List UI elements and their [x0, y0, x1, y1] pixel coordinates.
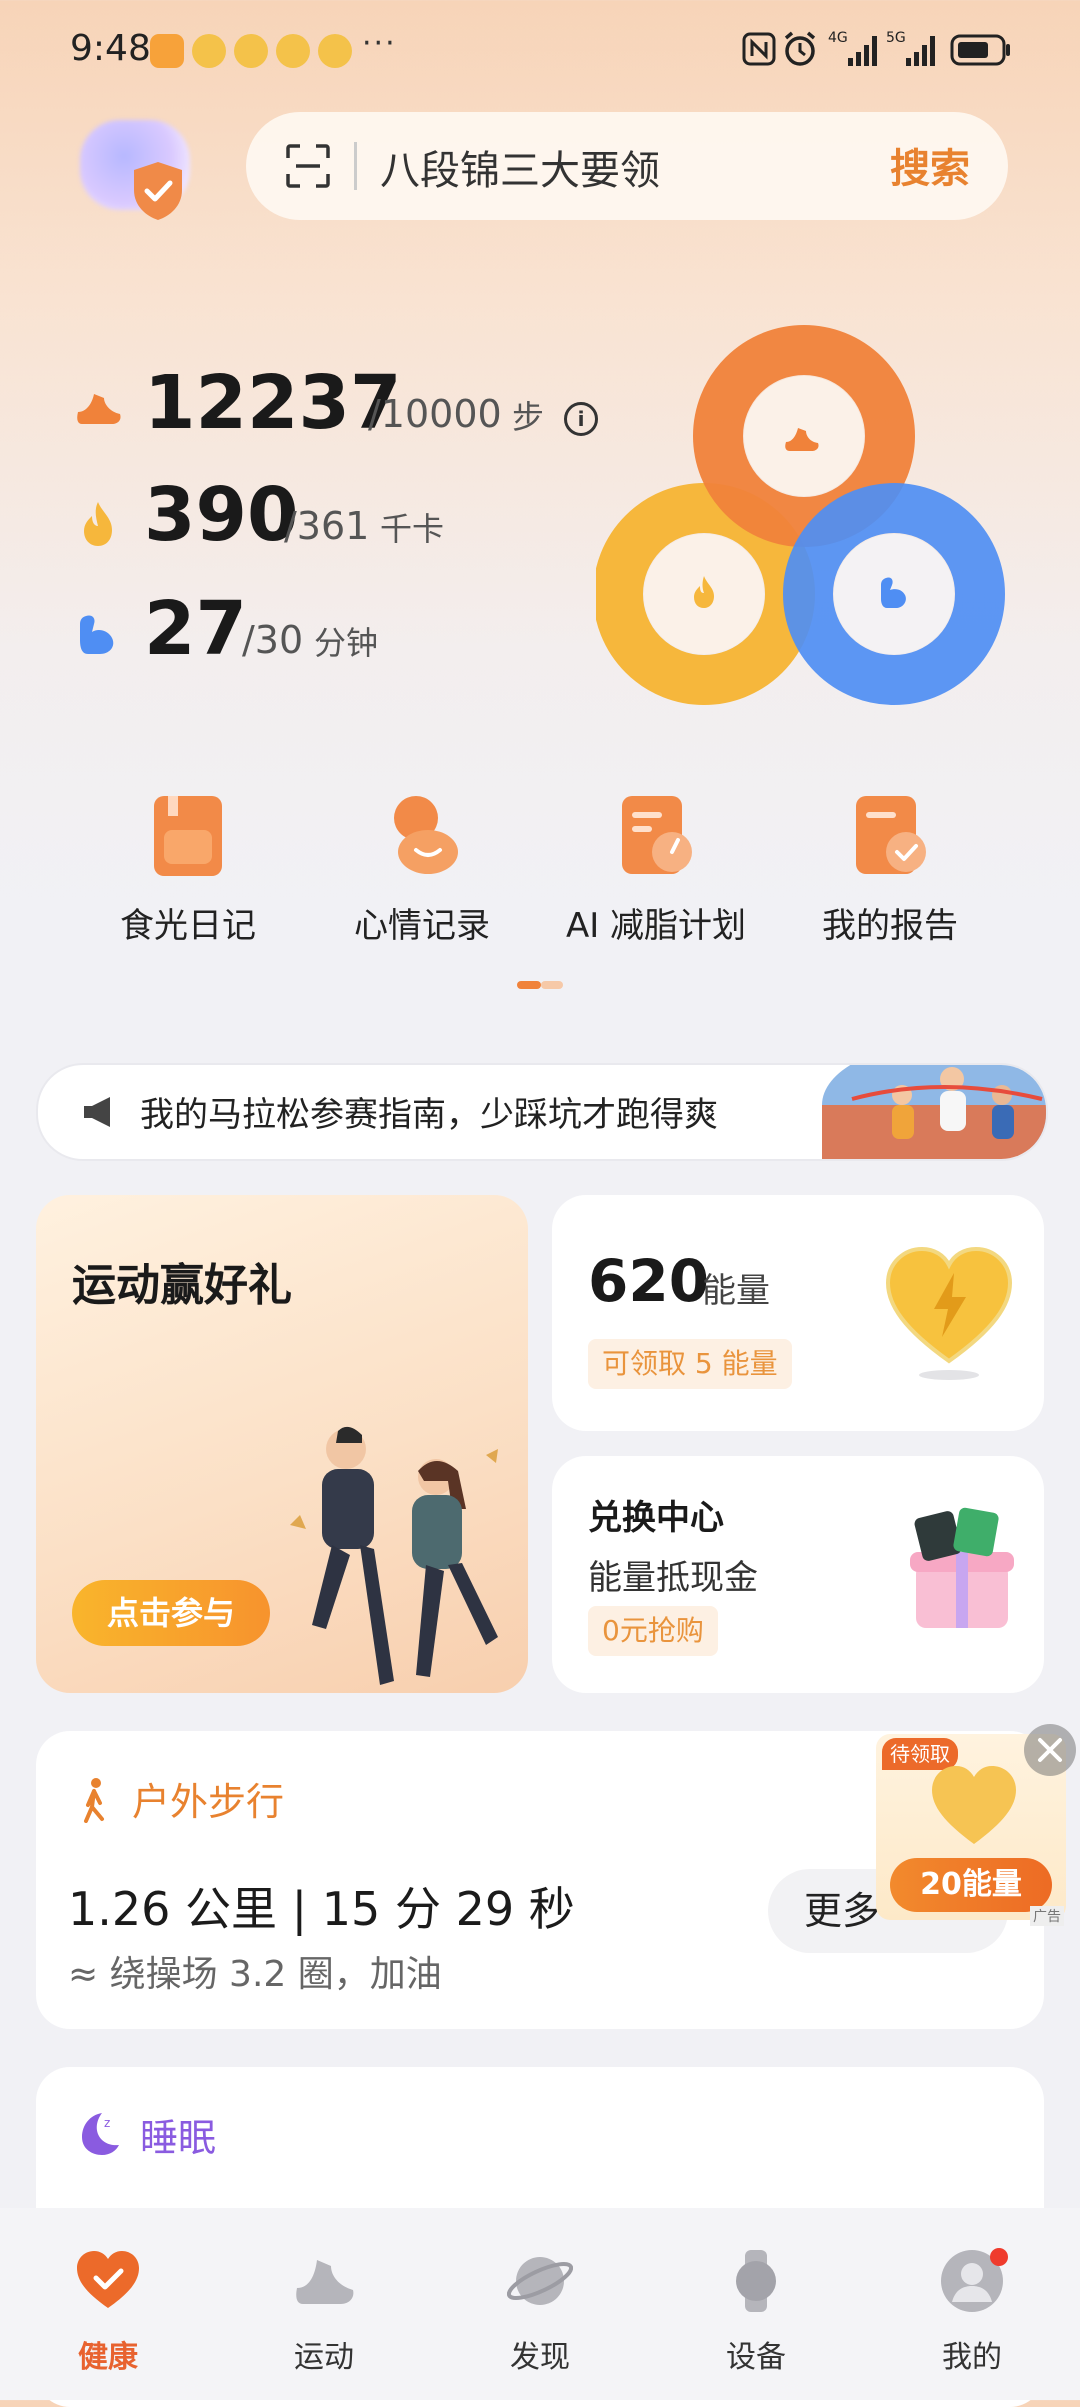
ad-label: 广告	[1030, 1906, 1064, 1926]
shortcut-mood[interactable]: 心情记录	[322, 790, 522, 960]
nfc-icon	[742, 32, 776, 66]
shortcut-food-diary[interactable]: 食光日记	[88, 790, 288, 960]
health-app-notification-icon	[150, 34, 184, 68]
muscle-icon	[80, 615, 114, 654]
info-icon[interactable]: i	[564, 402, 598, 436]
pager-dot-active	[517, 981, 541, 989]
more-notifications-icon: ···	[362, 26, 397, 61]
pager-dot	[541, 981, 563, 989]
shortcut-label: AI 减脂计划	[565, 906, 747, 946]
network-type-2: 5G	[886, 30, 906, 46]
activity-rings[interactable]	[596, 318, 1016, 714]
weibo-notification-icon	[276, 34, 310, 68]
fat-loss-plan-icon	[622, 796, 692, 874]
notification-dot	[990, 2248, 1008, 2266]
calories-stat[interactable]: 390 /361 千卡	[72, 472, 472, 562]
promo-title: 运动赢好礼	[72, 1260, 292, 1311]
svg-text:z: z	[104, 2116, 110, 2130]
nav-discover[interactable]: 发现	[480, 2248, 600, 2376]
walk-title: 户外步行	[132, 1780, 285, 1824]
status-bar: 9:48 ··· 4G 5G	[0, 0, 1080, 104]
shortcut-label: 心情记录	[354, 906, 490, 946]
nav-me[interactable]: 我的	[912, 2248, 1032, 2376]
nav-sports[interactable]: 运动	[264, 2248, 384, 2376]
search-input[interactable]: 八段锦三大要领	[380, 138, 660, 196]
shortcut-label: 食光日记	[120, 906, 256, 946]
nav-label: 运动	[294, 2340, 354, 2375]
exchange-subtitle: 能量抵现金	[588, 1558, 758, 1598]
close-icon[interactable]	[1024, 1724, 1076, 1776]
steps-stat[interactable]: 12237 /10000 步 i	[72, 360, 612, 450]
steps-unit: 步	[512, 398, 545, 436]
weibo-notification-icon	[318, 34, 352, 68]
nav-label: 健康	[78, 2340, 138, 2375]
energy-value: 620	[588, 1247, 710, 1315]
claim-energy-tag[interactable]: 可领取 5 能量	[588, 1339, 792, 1389]
search-button[interactable]: 搜索	[890, 136, 970, 194]
calories-value: 390	[144, 472, 299, 558]
steps-value: 12237	[144, 360, 402, 446]
nav-label: 发现	[510, 2340, 570, 2375]
steps-goal: /10000	[368, 392, 502, 436]
search-bar[interactable]: 八段锦三大要领 搜索	[246, 112, 1008, 220]
avatar[interactable]	[80, 112, 200, 222]
marathon-runners-image	[822, 1065, 1046, 1159]
exchange-center-card[interactable]: 兑换中心 能量抵现金 0元抢购	[552, 1456, 1044, 1693]
calories-goal: /361	[284, 504, 370, 548]
flame-icon	[84, 502, 112, 546]
planet-icon	[506, 2257, 574, 2305]
search-divider	[354, 142, 357, 190]
gold-heart-icon	[932, 1766, 1016, 1844]
food-diary-icon	[154, 796, 222, 876]
shoe-icon	[77, 394, 121, 424]
calories-unit: 千卡	[380, 510, 445, 548]
nav-label: 设备	[726, 2340, 786, 2375]
banner-text: 我的马拉松参赛指南，少踩坑才跑得爽	[140, 1095, 718, 1135]
weibo-notification-icon	[192, 34, 226, 68]
shortcut-label: 我的报告	[822, 906, 958, 946]
walk-summary: 1.26 公里 | 15 分 29 秒	[68, 1882, 575, 1936]
runners-illustration	[290, 1426, 498, 1685]
bottom-nav: 健康 运动 发现 设备 我的	[0, 2208, 1080, 2400]
mood-icon	[394, 796, 458, 874]
exchange-title: 兑换中心	[588, 1498, 724, 1538]
energy-card[interactable]: 620 能量 可领取 5 能量	[552, 1195, 1044, 1431]
sports-reward-card[interactable]: 运动赢好礼 点击参与	[36, 1195, 528, 1693]
walking-person-icon	[84, 1778, 104, 1823]
moon-icon: z	[82, 2113, 119, 2155]
battery-icon	[950, 34, 1010, 66]
zero-yuan-tag[interactable]: 0元抢购	[588, 1606, 718, 1656]
shortcut-report[interactable]: 我的报告	[790, 790, 990, 960]
shield-badge-icon	[134, 162, 182, 220]
heart-icon	[77, 2251, 139, 2308]
active-minutes-unit: 分钟	[314, 624, 379, 662]
sleep-title: 睡眠	[140, 2116, 217, 2160]
nav-health[interactable]: 健康	[48, 2248, 168, 2376]
weibo-notification-icon	[234, 34, 268, 68]
nav-devices[interactable]: 设备	[696, 2248, 816, 2376]
watch-icon	[736, 2250, 776, 2312]
join-button[interactable]: 点击参与	[72, 1580, 270, 1646]
network-type-1: 4G	[828, 30, 848, 46]
nav-label: 我的	[942, 2340, 1002, 2375]
signal-icon	[848, 36, 877, 66]
energy-heart-icon	[885, 1246, 1013, 1380]
walk-encouragement: ≈ 绕操场 3.2 圈，加油	[68, 1954, 442, 1995]
megaphone-icon	[84, 1097, 110, 1127]
marathon-banner[interactable]: 我的马拉松参赛指南，少踩坑才跑得爽	[36, 1063, 1048, 1161]
shortcut-fat-loss-plan[interactable]: AI 减脂计划	[556, 790, 756, 960]
signal-icon	[906, 36, 935, 66]
report-icon	[856, 796, 926, 874]
claim-20-energy-button[interactable]: 20能量	[890, 1858, 1052, 1912]
alarm-icon	[784, 31, 816, 66]
sneaker-icon	[296, 2260, 354, 2304]
active-minutes-value: 27	[144, 586, 247, 672]
active-minutes-goal: /30	[242, 618, 304, 662]
gift-box-icon	[910, 1507, 1014, 1628]
active-minutes-stat[interactable]: 27 /30 分钟	[72, 586, 472, 676]
status-time: 9:48	[70, 28, 151, 69]
scan-icon[interactable]	[284, 142, 332, 190]
energy-unit: 能量	[702, 1271, 770, 1311]
